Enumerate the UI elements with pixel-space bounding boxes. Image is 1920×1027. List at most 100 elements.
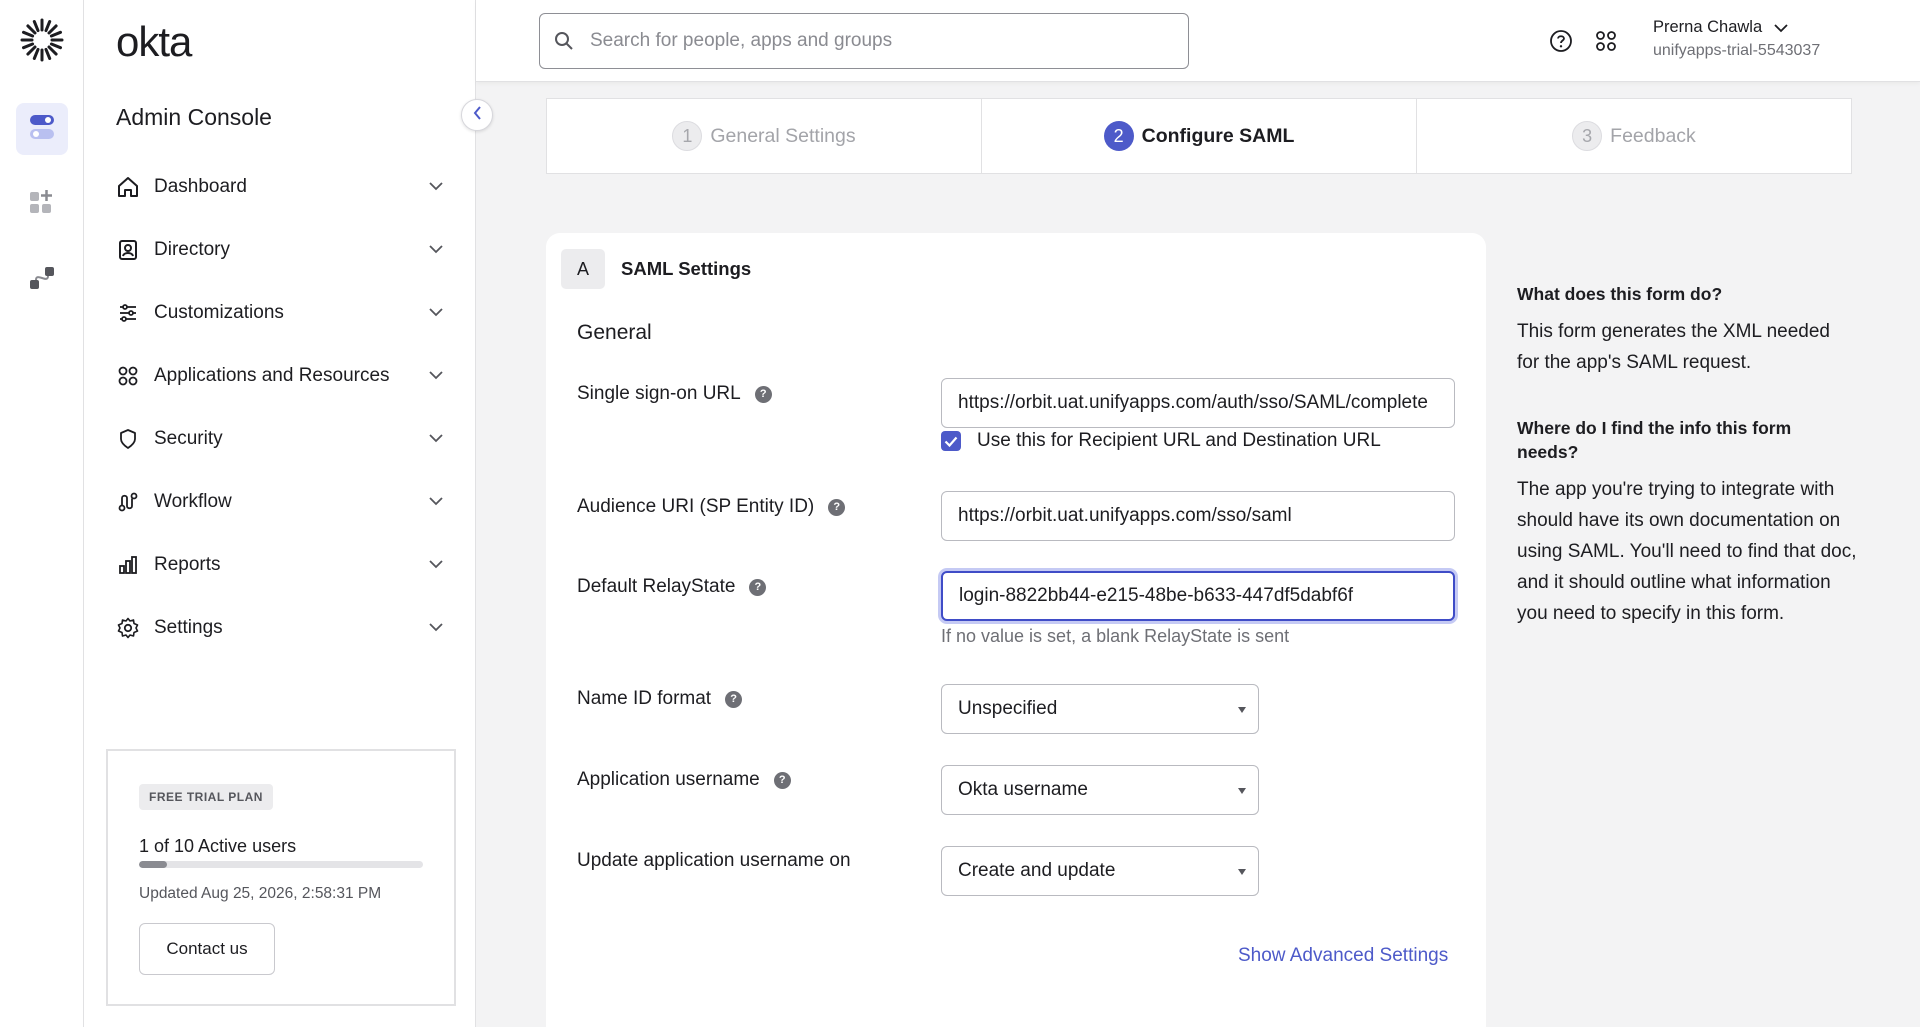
home-icon [116, 175, 140, 199]
help-tooltip-icon[interactable]: ? [725, 690, 743, 708]
app-username-label: Application username ? [577, 769, 791, 791]
step-configure-saml[interactable]: 2 Configure SAML [982, 99, 1417, 173]
help-tooltip-icon[interactable]: ? [754, 385, 772, 403]
grid-icon [116, 364, 140, 388]
sidebar-item-security[interactable]: Security [116, 407, 446, 470]
step-label: General Settings [710, 124, 856, 147]
active-users-count: 1 of 10 Active users [139, 836, 297, 856]
section-tag: A [561, 249, 605, 289]
help-question: What does this form do? [1517, 284, 1723, 304]
active-users-progress [139, 861, 423, 868]
step-general-settings[interactable]: 1 General Settings [547, 99, 982, 173]
field-label-text: Application username [577, 769, 760, 790]
shield-icon [116, 427, 140, 451]
recipient-checkbox-row[interactable]: Use this for Recipient URL and Destinati… [941, 430, 1381, 452]
step-number: 2 [1103, 121, 1134, 151]
sidebar-item-customizations[interactable]: Customizations [116, 281, 446, 344]
relay-state-label: Default RelayState ? [577, 576, 767, 598]
help-icon[interactable] [1548, 28, 1574, 54]
update-username-select[interactable]: Create and update [941, 846, 1259, 896]
caret-down-icon [1238, 869, 1246, 875]
select-value: Create and update [958, 860, 1116, 881]
sidebar-item-workflow[interactable]: Workflow [116, 470, 446, 533]
checkbox-label: Use this for Recipient URL and Destinati… [977, 430, 1381, 451]
contact-us-button[interactable]: Contact us [139, 923, 275, 975]
step-feedback[interactable]: 3 Feedback [1417, 99, 1851, 173]
select-value: Okta username [958, 779, 1088, 800]
rail-add-apps-button[interactable] [16, 178, 68, 230]
sidebar-item-label: Reports [154, 553, 221, 575]
rail-integrations-button[interactable] [16, 254, 68, 306]
collapse-sidebar-button[interactable] [461, 99, 493, 131]
sso-url-input[interactable] [941, 378, 1455, 428]
sidebar-item-settings[interactable]: Settings [116, 596, 446, 659]
help-answer: The app you're trying to integrate with … [1517, 479, 1857, 624]
sidebar-nav: Dashboard Directory Customizations Appli… [116, 155, 446, 659]
gear-icon [116, 616, 140, 640]
icon-rail [0, 0, 84, 1027]
sidebar-item-label: Security [154, 427, 223, 449]
console-title: Admin Console [116, 104, 272, 130]
group-title: General [577, 321, 652, 344]
okta-logo-icon[interactable] [20, 18, 64, 62]
org-name: unifyapps-trial-5543037 [1653, 42, 1821, 59]
search-icon [554, 30, 576, 52]
field-label-text: Update application username on [577, 850, 851, 871]
field-label-text: Default RelayState [577, 576, 736, 597]
chevron-left-icon [473, 105, 482, 125]
help-tooltip-icon[interactable]: ? [749, 578, 767, 596]
chevron-down-icon[interactable] [426, 366, 446, 386]
update-username-label: Update application username on [577, 850, 851, 872]
integrations-icon [28, 264, 56, 297]
sidebar-item-label: Applications and Resources [154, 364, 390, 386]
okta-wordmark[interactable]: okta [116, 18, 192, 66]
relay-state-input[interactable] [941, 571, 1455, 621]
sidebar-item-label: Customizations [154, 301, 284, 323]
chevron-down-icon[interactable] [426, 492, 446, 512]
sidebar-item-reports[interactable]: Reports [116, 533, 446, 596]
add-apps-icon [29, 189, 55, 220]
sso-url-label: Single sign-on URL ? [577, 383, 772, 405]
trial-plan-card: FREE TRIAL PLAN 1 of 10 Active users Upd… [106, 749, 456, 1006]
sidebar: okta Admin Console Dashboard Directory C… [84, 0, 476, 1027]
caret-down-icon [1238, 788, 1246, 794]
relay-state-hint: If no value is set, a blank RelayState i… [941, 626, 1290, 646]
search-input[interactable] [590, 30, 1180, 52]
chevron-down-icon[interactable] [1774, 20, 1788, 38]
chevron-down-icon[interactable] [426, 555, 446, 575]
active-users-progress-fill [139, 861, 168, 868]
top-bar: Prerna Chawla unifyapps-trial-5543037 [476, 0, 1920, 82]
help-answer: This form generates the XML needed for t… [1517, 321, 1830, 373]
audience-uri-input[interactable] [941, 491, 1455, 541]
chevron-down-icon[interactable] [426, 240, 446, 260]
sidebar-item-label: Settings [154, 616, 223, 638]
sidebar-item-dashboard[interactable]: Dashboard [116, 155, 446, 218]
rail-admin-button[interactable] [16, 103, 68, 155]
show-advanced-settings-link[interactable]: Show Advanced Settings [1238, 945, 1448, 967]
recipient-checkbox[interactable] [941, 431, 961, 451]
sidebar-item-label: Dashboard [154, 175, 247, 197]
name-id-format-label: Name ID format ? [577, 688, 743, 710]
step-label: Configure SAML [1141, 124, 1295, 147]
help-tooltip-icon[interactable]: ? [773, 771, 791, 789]
chevron-down-icon[interactable] [426, 618, 446, 638]
help-question: Where do I find the info this form needs… [1517, 418, 1792, 462]
apps-grid-icon[interactable] [1593, 28, 1619, 54]
select-value: Unspecified [958, 698, 1058, 719]
name-id-format-select[interactable]: Unspecified [941, 684, 1259, 734]
chevron-down-icon[interactable] [426, 429, 446, 449]
chevron-down-icon[interactable] [426, 177, 446, 197]
directory-icon [116, 238, 140, 262]
sidebar-item-applications[interactable]: Applications and Resources [116, 344, 446, 407]
app-username-select[interactable]: Okta username [941, 765, 1259, 815]
step-number: 3 [1572, 121, 1603, 151]
user-name[interactable]: Prerna Chawla [1653, 18, 1762, 37]
sidebar-item-label: Workflow [154, 490, 232, 512]
bar-chart-icon [116, 553, 140, 577]
search-box[interactable] [539, 13, 1189, 69]
toggle-apps-icon [29, 113, 55, 146]
help-panel: What does this form do? This form genera… [1517, 282, 1857, 629]
help-tooltip-icon[interactable]: ? [828, 498, 846, 516]
sidebar-item-directory[interactable]: Directory [116, 218, 446, 281]
chevron-down-icon[interactable] [426, 303, 446, 323]
